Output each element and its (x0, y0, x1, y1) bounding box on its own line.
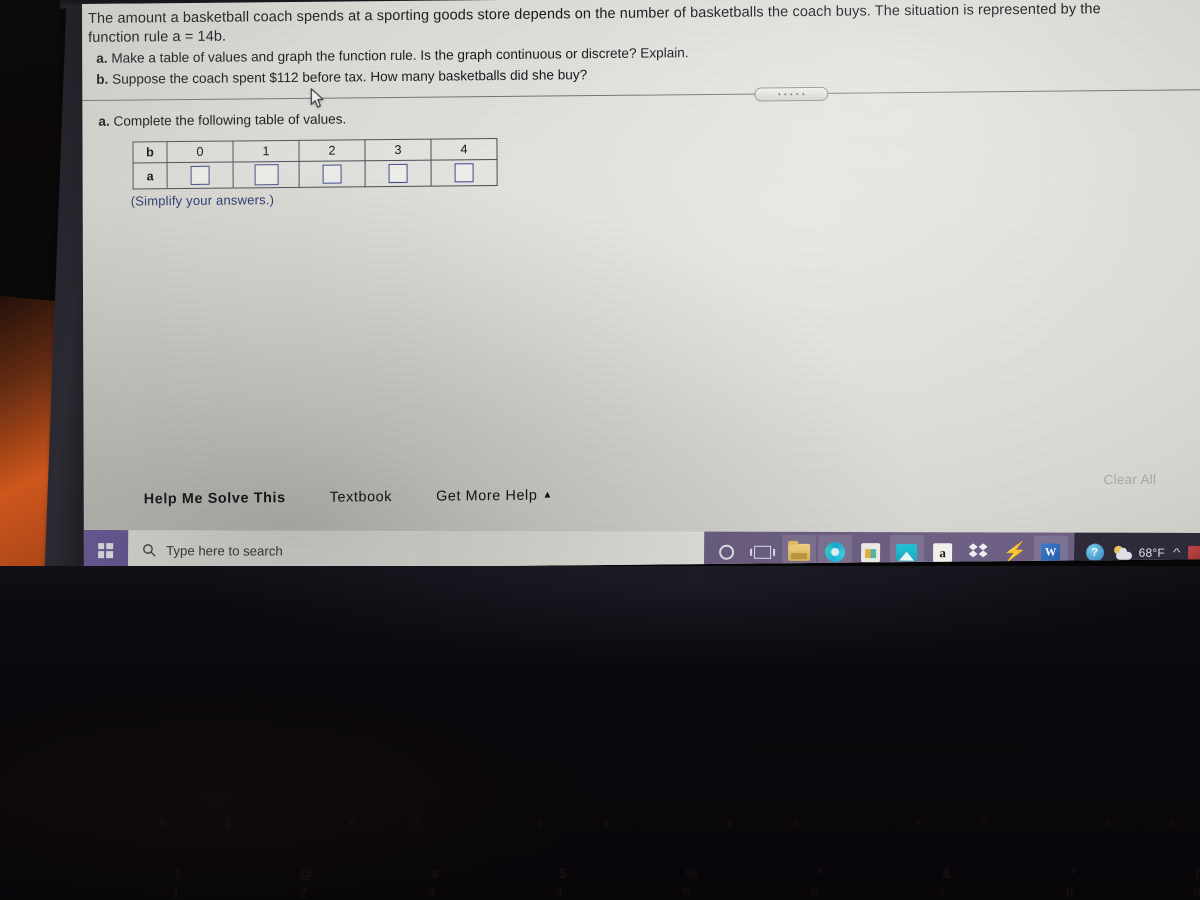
windows-logo-icon (97, 542, 113, 558)
row-header-a: a (133, 162, 168, 190)
windows-logo-pane (97, 542, 105, 550)
search-placeholder: Type here to search (166, 542, 283, 559)
lightning-glyph: ⚡ (1001, 541, 1029, 563)
windows-logo-pane (106, 542, 113, 550)
answer-input-0[interactable] (190, 165, 210, 185)
taskbar-empty-area (417, 530, 704, 571)
answer-prompt: a. Complete the following table of value… (98, 111, 346, 128)
table-of-values: b 0 1 2 3 4 a (132, 138, 498, 190)
splitter-dot (790, 92, 793, 96)
answer-input-4[interactable] (454, 163, 474, 183)
keyboard-function-row: F1 F2 F3 F4 F5 F6 F7 F8 F9 F10 F11 F12 (160, 818, 1200, 830)
textbook-button[interactable]: Textbook (330, 489, 392, 506)
taskbar-search-input[interactable]: Type here to search (127, 530, 419, 571)
word-w-glyph: W (1041, 543, 1061, 563)
b-value-cell: 0 (166, 141, 234, 163)
get-more-help-label: Get More Help (436, 487, 538, 505)
part-b-text: Suppose the coach spent $112 before tax.… (112, 67, 588, 88)
b-value-cell: 4 (430, 138, 498, 161)
splitter-dot (802, 92, 805, 96)
help-icon[interactable]: ? (1085, 543, 1104, 562)
show-hidden-icons-chevron-up-icon[interactable]: ^ (1173, 547, 1180, 559)
part-a-text: Make a table of values and graph the fun… (111, 45, 689, 66)
b-value-cell: 1 (232, 140, 300, 163)
pane-splitter-handle[interactable] (754, 86, 829, 102)
help-me-solve-this-button[interactable]: Help Me Solve This (144, 490, 286, 507)
answer-prompt-label: a. (98, 113, 110, 129)
cloud-glyph (1115, 551, 1132, 560)
answer-input-1[interactable] (254, 164, 279, 186)
answer-input-2[interactable] (322, 164, 342, 184)
media-glyph (896, 543, 918, 561)
partly-cloudy-icon (1113, 545, 1133, 560)
clear-all-button[interactable]: Clear All (1104, 472, 1157, 488)
weather-widget[interactable]: 68°F (1113, 545, 1165, 560)
start-button[interactable] (82, 530, 129, 571)
a-answer-cell-3[interactable] (365, 160, 432, 187)
photo-of-laptop-screen: The amount a basketball coach spends at … (0, 0, 1200, 900)
splitter-dot (796, 92, 799, 96)
action-links-row: Help Me Solve This Textbook Get More Hel… (144, 488, 553, 508)
search-icon (143, 544, 156, 557)
splitter-dot (784, 92, 787, 96)
windows-logo-pane (106, 551, 113, 558)
keyboard-symbol-row: ! @ # $ % ^ & * ( ) (176, 866, 1200, 881)
dropbox-facet (969, 550, 978, 557)
caret-up-icon: ▲ (542, 489, 553, 501)
dropbox-facet (979, 550, 988, 557)
keyboard-number-row: 1 2 3 4 5 6 7 8 9 0 (172, 884, 1200, 900)
laptop-screen: The amount a basketball coach spends at … (82, 0, 1200, 571)
a-answer-cell-4[interactable] (431, 159, 498, 187)
homework-app-content: The amount a basketball coach spends at … (82, 0, 1200, 571)
taskbar-left-group: Type here to search (82, 530, 419, 571)
table-row-a: a (133, 159, 498, 190)
task-view-glyph (754, 545, 772, 559)
row-header-b: b (132, 141, 168, 164)
mouse-cursor-icon (310, 88, 324, 108)
tray-notification-icon[interactable] (1188, 545, 1200, 560)
answer-input-3[interactable] (388, 163, 408, 184)
a-answer-cell-1[interactable] (233, 161, 300, 189)
browser-circle-glyph (824, 541, 845, 563)
dropbox-facet (979, 543, 988, 550)
windows-logo-pane (97, 551, 105, 558)
dropbox-glyph (969, 543, 989, 561)
store-bag-glyph (861, 542, 881, 562)
get-more-help-button[interactable]: Get More Help ▲ (436, 488, 553, 505)
problem-parts: a. Make a table of values and graph the … (96, 39, 1036, 91)
b-value-cell: 2 (298, 139, 366, 162)
laptop-keyboard-deck: hp (0, 566, 1200, 900)
a-answer-cell-2[interactable] (299, 160, 366, 188)
simplify-note: (Simplify your answers.) (130, 192, 275, 209)
dropbox-facet (969, 543, 978, 550)
cortana-circle-glyph (719, 544, 735, 560)
answer-prompt-text: Complete the following table of values. (113, 111, 347, 129)
temperature-label: 68°F (1138, 545, 1165, 560)
b-value-cell: 3 (364, 139, 432, 161)
section-divider (82, 89, 1200, 102)
part-b-label: b. (96, 72, 109, 88)
cortana-icon[interactable] (709, 535, 743, 569)
amazon-a-glyph: a (933, 542, 953, 562)
folder-glyph (787, 543, 810, 561)
splitter-dot (778, 93, 781, 96)
part-a-label: a. (96, 50, 108, 66)
a-answer-cell-0[interactable] (167, 162, 234, 189)
